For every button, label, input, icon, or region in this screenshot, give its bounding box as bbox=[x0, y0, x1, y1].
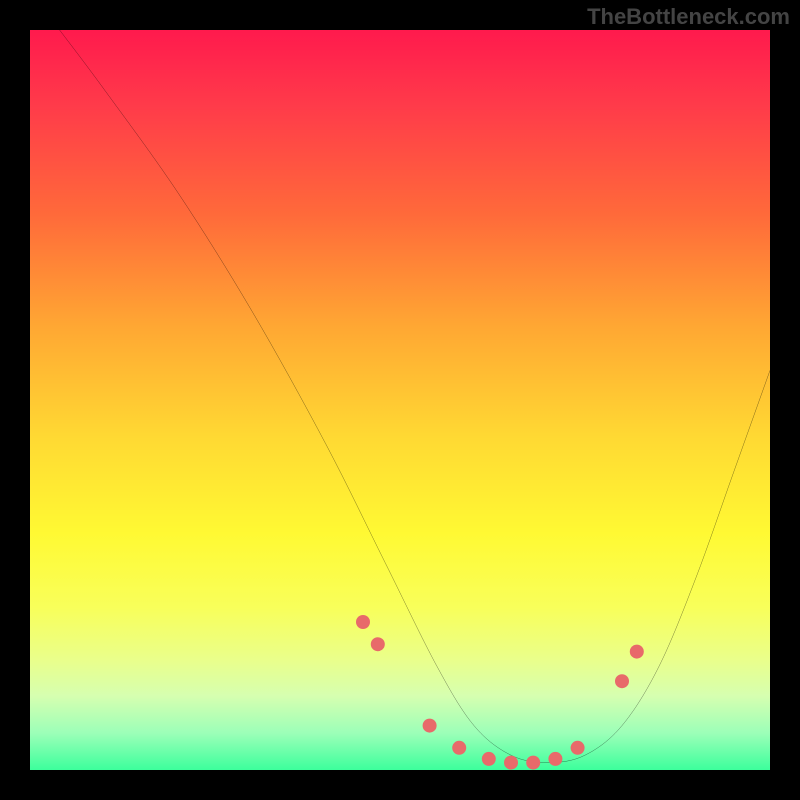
marker-point bbox=[371, 637, 385, 651]
marker-point bbox=[526, 756, 540, 770]
marker-point bbox=[482, 752, 496, 766]
highlight-markers bbox=[356, 615, 644, 770]
bottleneck-curve bbox=[60, 30, 770, 763]
marker-point bbox=[356, 615, 370, 629]
marker-point bbox=[452, 741, 466, 755]
marker-point bbox=[615, 674, 629, 688]
marker-point bbox=[504, 756, 518, 770]
plot-area bbox=[30, 30, 770, 770]
marker-point bbox=[423, 719, 437, 733]
marker-point bbox=[630, 645, 644, 659]
marker-point bbox=[548, 752, 562, 766]
watermark-text: TheBottleneck.com bbox=[587, 4, 790, 30]
chart-svg bbox=[30, 30, 770, 770]
marker-point bbox=[571, 741, 585, 755]
